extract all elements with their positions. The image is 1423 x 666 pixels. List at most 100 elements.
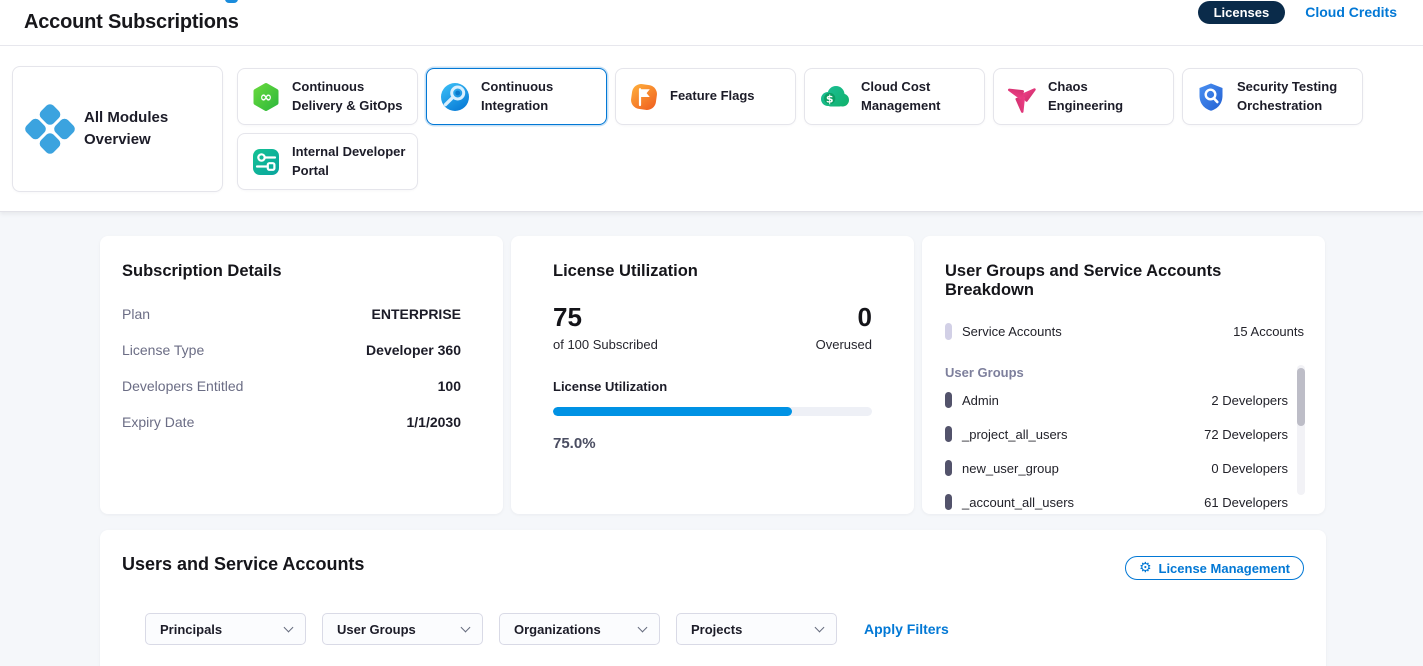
user-group-count: 72 Developers — [1204, 427, 1304, 442]
licenses-tab[interactable]: Licenses — [1198, 1, 1286, 24]
filter-label: Projects — [691, 622, 742, 637]
continuous-integration-icon — [439, 81, 471, 113]
used-block: 75 of 100 Subscribed — [553, 304, 658, 352]
license-management-label: License Management — [1159, 561, 1291, 576]
chevron-down-icon — [284, 622, 294, 632]
all-modules-overview-card[interactable]: All Modules Overview — [12, 66, 223, 192]
user-group-row: new_user_group 0 Developers — [945, 451, 1304, 485]
detail-value: ENTERPRISE — [372, 306, 461, 322]
detail-value: 100 — [438, 378, 461, 394]
service-accounts-row: Service Accounts 15 Accounts — [945, 323, 1304, 340]
detail-value: 1/1/2030 — [407, 414, 462, 430]
detail-value: Developer 360 — [366, 342, 461, 358]
user-group-count: 2 Developers — [1211, 393, 1304, 408]
svg-text:∞: ∞ — [260, 87, 273, 105]
detail-row-plan: Plan ENTERPRISE — [122, 296, 461, 332]
top-bar: Account Subscriptions Licenses Cloud Cre… — [0, 0, 1423, 46]
gear-icon: ⚙ — [1139, 561, 1152, 575]
filter-label: Principals — [160, 622, 222, 637]
organizations-filter-dropdown[interactable]: Organizations — [499, 613, 660, 645]
user-group-bullet-icon — [945, 494, 952, 510]
groups-scrollbar[interactable] — [1297, 365, 1305, 495]
module-tile-label: Internal Developer Portal — [292, 143, 409, 179]
internal-dev-portal-icon — [250, 146, 282, 178]
module-tile-label: Feature Flags — [670, 87, 755, 105]
principals-filter-dropdown[interactable]: Principals — [145, 613, 306, 645]
used-caption: of 100 Subscribed — [553, 337, 658, 352]
overused-block: 0 Overused — [816, 304, 872, 352]
apply-filters-button[interactable]: Apply Filters — [864, 621, 949, 637]
utilization-bar-label: License Utilization — [553, 379, 872, 394]
module-tile-label: Security Testing Orchestration — [1237, 78, 1354, 114]
module-tile-cd-gitops[interactable]: ∞ Continuous Delivery & GitOps — [237, 68, 418, 125]
modules-band: All Modules Overview ∞ Continuous Delive… — [0, 46, 1423, 212]
users-section-header: Users and Service Accounts ⚙ License Man… — [122, 554, 1304, 580]
user-group-row: _project_all_users 72 Developers — [945, 417, 1304, 451]
module-tiles: ∞ Continuous Delivery & GitOps — [237, 68, 1387, 190]
user-groups-header: User Groups — [945, 365, 1304, 380]
chevron-down-icon — [461, 622, 471, 632]
page-title: Account Subscriptions — [24, 11, 239, 34]
detail-label: Expiry Date — [122, 414, 194, 430]
module-tile-label: Continuous Integration — [481, 78, 598, 114]
usage-row: 75 of 100 Subscribed 0 Overused — [553, 304, 872, 352]
user-group-name: _account_all_users — [962, 495, 1074, 510]
license-utilization-fill — [553, 407, 792, 416]
license-management-button[interactable]: ⚙ License Management — [1125, 556, 1304, 580]
subscription-details-card: Subscription Details Plan ENTERPRISE Lic… — [100, 236, 503, 514]
detail-label: License Type — [122, 342, 204, 358]
module-tile-cloud-cost[interactable]: $ Cloud Cost Management — [804, 68, 985, 125]
utilization-percent: 75.0% — [553, 435, 872, 452]
svg-text:$: $ — [826, 92, 834, 105]
module-tile-security-testing[interactable]: Security Testing Orchestration — [1182, 68, 1363, 125]
view-switcher: Licenses Cloud Credits — [1198, 0, 1397, 24]
user-group-count: 0 Developers — [1211, 461, 1304, 476]
module-tile-internal-dev-portal[interactable]: Internal Developer Portal — [237, 133, 418, 190]
users-service-accounts-card: Users and Service Accounts ⚙ License Man… — [100, 530, 1326, 666]
user-group-row: Admin 2 Developers — [945, 383, 1304, 417]
detail-row-developers-entitled: Developers Entitled 100 — [122, 368, 461, 404]
overused-caption: Overused — [816, 337, 872, 352]
used-count: 75 — [553, 304, 658, 330]
service-accounts-label: Service Accounts — [962, 324, 1062, 339]
detail-label: Developers Entitled — [122, 378, 243, 394]
projects-filter-dropdown[interactable]: Projects — [676, 613, 837, 645]
user-groups-list: Admin 2 Developers _project_all_users 72… — [945, 383, 1304, 519]
detail-row-expiry-date: Expiry Date 1/1/2030 — [122, 404, 461, 440]
filters-row: Principals User Groups Organizations Pro… — [145, 613, 1304, 645]
content-area: Subscription Details Plan ENTERPRISE Lic… — [0, 212, 1423, 666]
breakdown-title: User Groups and Service Accounts Breakdo… — [945, 262, 1304, 300]
module-tile-label: Chaos Engineering — [1048, 78, 1165, 114]
detail-row-license-type: License Type Developer 360 — [122, 332, 461, 368]
security-testing-icon — [1195, 81, 1227, 113]
user-group-bullet-icon — [945, 460, 952, 476]
users-section-title: Users and Service Accounts — [122, 554, 364, 575]
user-group-name: new_user_group — [962, 461, 1059, 476]
module-tile-chaos-engineering[interactable]: Chaos Engineering — [993, 68, 1174, 125]
chevron-down-icon — [638, 622, 648, 632]
license-utilization-card: License Utilization 75 of 100 Subscribed… — [511, 236, 914, 514]
cloud-credits-tab[interactable]: Cloud Credits — [1305, 4, 1397, 20]
chevron-down-icon — [815, 622, 825, 632]
cloud-cost-icon: $ — [817, 81, 851, 113]
all-modules-icon — [25, 104, 75, 154]
user-group-name: Admin — [962, 393, 999, 408]
overused-count: 0 — [816, 304, 872, 330]
summary-cards-row: Subscription Details Plan ENTERPRISE Lic… — [100, 236, 1326, 514]
cd-gitops-icon: ∞ — [250, 81, 282, 113]
module-tile-feature-flags[interactable]: Feature Flags — [615, 68, 796, 125]
service-accounts-value: 15 Accounts — [1233, 324, 1304, 339]
feature-flags-icon — [628, 81, 660, 113]
service-accounts-bullet-icon — [945, 323, 952, 340]
breakdown-card: User Groups and Service Accounts Breakdo… — [922, 236, 1325, 514]
user-group-row: _account_all_users 61 Developers — [945, 485, 1304, 519]
user-groups-filter-dropdown[interactable]: User Groups — [322, 613, 483, 645]
module-tile-label: Cloud Cost Management — [861, 78, 976, 114]
groups-scrollbar-thumb[interactable] — [1297, 368, 1305, 426]
module-tile-label: Continuous Delivery & GitOps — [292, 78, 409, 114]
subscription-details-title: Subscription Details — [122, 262, 461, 281]
user-group-bullet-icon — [945, 392, 952, 408]
license-utilization-bar — [553, 407, 872, 416]
module-tile-continuous-integration[interactable]: Continuous Integration — [426, 68, 607, 125]
all-modules-overview-label: All Modules Overview — [84, 107, 179, 152]
